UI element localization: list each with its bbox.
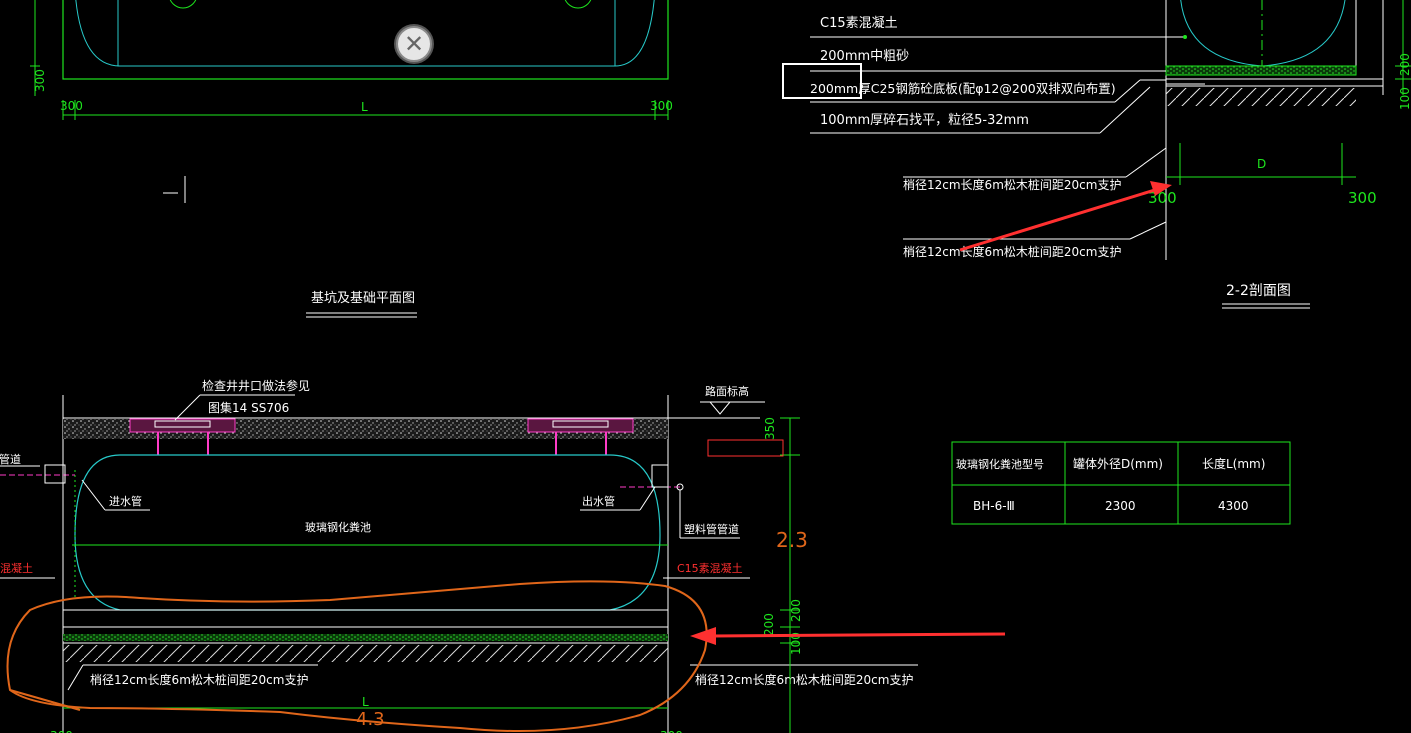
table-header-diameter: 罐体外径D(mm)	[1073, 457, 1163, 471]
section-2-2: 200 100 C15素混凝土 200mm中粗砂 200mm厚C25钢筋砼底板(…	[782, 0, 1411, 309]
dim-200: 200	[789, 599, 803, 622]
concrete-right-label: C15素混凝土	[677, 561, 743, 575]
table-header-length: 长度L(mm)	[1202, 456, 1265, 471]
pile-note-right: 梢径12cm长度6m松木桩间距20cm支护	[695, 672, 913, 687]
dim-200b: 200	[762, 613, 776, 636]
section-layer-gravel: 100mm厚碎石找平，粒径5-32mm	[820, 113, 1029, 128]
section-dim-300-b: 300	[1348, 189, 1377, 207]
plan-title: 基坑及基础平面图	[311, 291, 415, 306]
manhole-note-1: 检查井井口做法参见	[202, 378, 310, 393]
section-dim-100: 100	[1398, 87, 1411, 110]
table-cell-model: BH-6-Ⅲ	[973, 499, 1015, 513]
close-button[interactable]: ✕	[396, 26, 432, 62]
close-icon: ✕	[403, 30, 425, 58]
section-layer-sand: 200mm中粗砂	[820, 49, 909, 64]
plastic-pipe-label: 塑料管管道	[684, 522, 739, 536]
spec-table: 玻璃钢化粪池型号 罐体外径D(mm) 长度L(mm) BH-6-Ⅲ 2300 4…	[951, 441, 1291, 525]
road-level-label: 路面标高	[705, 384, 749, 398]
plan-view: 300 300 L 300 基坑及基础平面图	[30, 0, 673, 318]
section-layer-slab: 200mm厚C25钢筋砼底板(配φ12@200双排双向布置)	[810, 81, 1116, 96]
inlet-pipe-label: 进水管	[109, 494, 142, 508]
plan-dim-300-right: 300	[650, 99, 673, 113]
cad-drawing-canvas: 300 300 L 300 基坑及基础平面图 200 100 C15素混凝土 2…	[0, 0, 1411, 733]
section-pile-note-2: 梢径12cm长度6m松木桩间距20cm支护	[903, 244, 1121, 259]
pile-note-left: 梢径12cm长度6m松木桩间距20cm支护	[90, 672, 308, 687]
section-dim-D: D	[1257, 157, 1266, 171]
dim-350: 350	[763, 417, 777, 440]
handwritten-height: 2.3	[776, 528, 808, 552]
outlet-pipe-label: 出水管	[582, 494, 615, 508]
elevation-view: 检查井井口做法参见 图集14 SS706 路面标高 玻璃钢化粪池 管管道 进水管…	[0, 378, 1006, 733]
plan-dim-300-vertical: 300	[33, 69, 47, 92]
handwritten-length: 4.3	[356, 709, 385, 730]
section-layer-c15: C15素混凝土	[820, 15, 898, 31]
tank-label: 玻璃钢化粪池	[305, 520, 371, 534]
plan-dim-L: L	[361, 100, 368, 114]
manhole-note-2: 图集14 SS706	[208, 400, 289, 415]
red-arrow-top	[959, 187, 1159, 252]
table-cell-diameter: 2300	[1105, 499, 1136, 513]
section-dim-200: 200	[1398, 53, 1411, 76]
red-arrow-bottom	[711, 632, 1006, 638]
section-pile-note-1: 梢径12cm长度6m松木桩间距20cm支护	[903, 177, 1121, 192]
concrete-left-label: 混凝土	[0, 561, 33, 575]
elevation-dim-L: L	[362, 695, 369, 709]
plan-dim-300-left: 300	[60, 99, 83, 113]
elevation-dim-300-right: 300	[660, 729, 683, 733]
table-cell-length: 4300	[1218, 499, 1249, 513]
table-header-model: 玻璃钢化粪池型号	[956, 457, 1044, 471]
elevation-dim-300-left: 300	[50, 729, 73, 733]
inlet-pipe-cut-label: 管管道	[0, 452, 21, 466]
section-title: 2-2剖面图	[1226, 283, 1291, 299]
